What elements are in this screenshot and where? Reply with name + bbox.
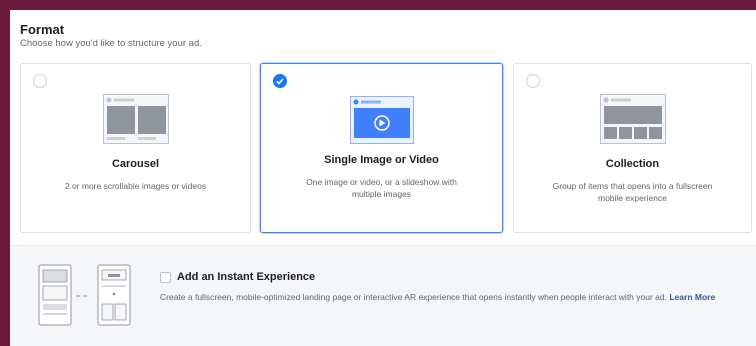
instant-experience-checkbox[interactable] [160,272,171,283]
learn-more-link[interactable]: Learn More [669,292,715,302]
instant-experience-label[interactable]: Add an Instant Experience [177,271,315,283]
format-panel: Format Choose how you'd like to structur… [10,10,756,346]
format-option-collection[interactable]: Collection Group of items that opens int… [513,63,752,233]
carousel-label: Carousel [111,158,160,170]
single-image-video-preview-icon [350,96,414,144]
collection-label: Collection [605,158,660,170]
carousel-description: 2 or more scrollable images or videos [64,181,207,191]
instant-experience-description-text: Create a fullscreen, mobile-optimized la… [160,292,667,302]
format-subtitle: Choose how you'd like to structure your … [20,38,202,49]
format-title: Format [20,22,65,37]
carousel-radio[interactable] [33,74,47,88]
instant-experience-preview-icon [38,264,131,326]
format-option-carousel[interactable]: Carousel 2 or more scrollable images or … [20,63,251,233]
collection-radio[interactable] [526,74,540,88]
format-option-single-image-or-video[interactable]: Single Image or Video One image or video… [260,63,503,233]
checkmark-icon [276,78,284,85]
single-image-radio-checked[interactable] [273,74,287,88]
single-image-label: Single Image or Video [324,154,439,166]
carousel-preview-icon [103,94,169,144]
collection-preview-icon [600,94,666,144]
single-image-description: One image or video, or a slideshow with … [306,177,457,199]
instant-experience-section: Add an Instant Experience Create a fulls… [10,245,756,346]
instant-experience-description: Create a fullscreen, mobile-optimized la… [160,291,750,303]
collection-description: Group of items that opens into a fullscr… [552,181,713,203]
